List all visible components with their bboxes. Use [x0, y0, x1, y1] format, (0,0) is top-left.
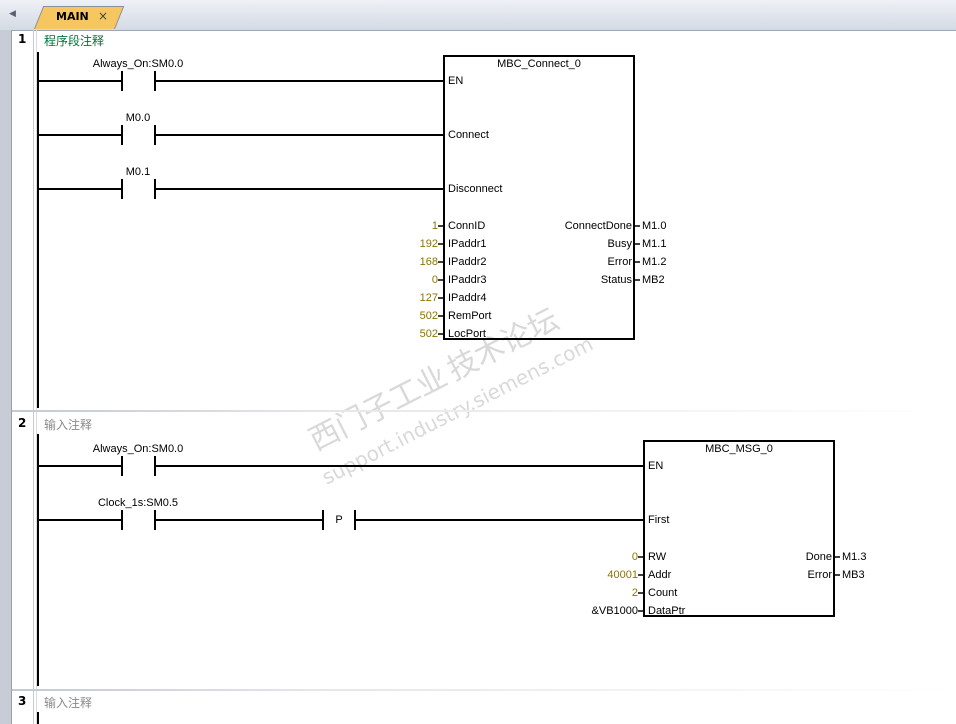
contact-label[interactable]: M0.1	[78, 166, 198, 179]
input-pin-name: RW	[648, 551, 667, 563]
input-operand[interactable]: 502	[378, 310, 438, 323]
input-operand[interactable]: 0	[568, 551, 638, 564]
pin-connect: Connect	[448, 129, 489, 141]
input-pin-name: RemPort	[448, 310, 492, 322]
output-operand[interactable]: MB3	[842, 569, 865, 582]
output-operand[interactable]: M1.1	[642, 238, 666, 251]
input-operand[interactable]: 1	[378, 220, 438, 233]
input-pin-name: IPaddr3	[448, 274, 487, 286]
output-operand[interactable]: MB2	[642, 274, 665, 287]
output-operand[interactable]: M1.3	[842, 551, 866, 564]
output-pin-name: Error	[607, 256, 632, 268]
output-pin-name: Status	[600, 274, 632, 286]
output-pin-name: Busy	[607, 238, 632, 250]
input-operand[interactable]: 2	[568, 587, 638, 600]
output-pin-name: Error	[807, 569, 832, 581]
ladder-diagram	[37, 52, 840, 724]
pin-first: First	[648, 514, 670, 526]
pin-en: EN	[648, 460, 664, 472]
input-operand[interactable]: &VB1000	[568, 605, 638, 618]
input-operand[interactable]: 168	[378, 256, 438, 269]
input-operand[interactable]: 127	[378, 292, 438, 305]
input-pin-name: ConnID	[448, 220, 486, 232]
contact-label[interactable]: Always_On:SM0.0	[78, 58, 198, 71]
input-pin-name: IPaddr2	[448, 256, 487, 268]
input-pin-name: LocPort	[448, 328, 486, 340]
input-pin-name: Count	[648, 587, 678, 599]
block-title[interactable]: MBC_MSG_0	[644, 443, 834, 456]
input-pin-name: Addr	[648, 569, 672, 581]
input-operand[interactable]: 502	[378, 328, 438, 341]
contact-label[interactable]: Always_On:SM0.0	[78, 443, 198, 456]
output-operand[interactable]: M1.2	[642, 256, 666, 269]
output-pin-name: Done	[805, 551, 832, 563]
output-pin-name: ConnectDone	[564, 220, 632, 232]
input-pin-name: IPaddr4	[448, 292, 487, 304]
input-pin-name: IPaddr1	[448, 238, 487, 250]
input-operand[interactable]: 192	[378, 238, 438, 251]
pin-disconnect: Disconnect	[448, 183, 503, 195]
input-pin-name: DataPtr	[648, 605, 686, 617]
pin-en: EN	[448, 75, 464, 87]
block-title[interactable]: MBC_Connect_0	[444, 58, 634, 71]
contact-label[interactable]: Clock_1s:SM0.5	[78, 497, 198, 510]
contact-label[interactable]: M0.0	[78, 112, 198, 125]
pulse-contact-label[interactable]: P	[323, 514, 355, 527]
output-operand[interactable]: M1.0	[642, 220, 666, 233]
input-operand[interactable]: 40001	[568, 569, 638, 582]
input-operand[interactable]: 0	[378, 274, 438, 287]
